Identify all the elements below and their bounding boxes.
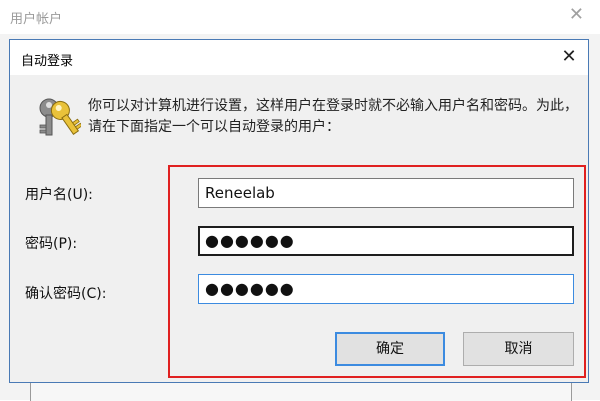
background-titlebar: 用户帐户 ✕ xyxy=(0,0,600,34)
confirm-password-value: ●●●●●● xyxy=(205,279,295,298)
ok-button[interactable]: 确定 xyxy=(335,332,445,366)
username-field[interactable]: Reneelab xyxy=(198,178,574,208)
password-value: ●●●●●● xyxy=(205,231,295,250)
dialog-titlebar: 自动登录 ✕ xyxy=(10,40,588,75)
dialog-description: 你可以对计算机进行设置，这样用户在登录时就不必输入用户名和密码。为此，请在下面指… xyxy=(88,98,578,135)
background-window-title: 用户帐户 xyxy=(10,12,63,27)
password-field[interactable]: ●●●●●● xyxy=(198,226,574,256)
username-label: 用户名(U): xyxy=(25,187,93,203)
dialog-title: 自动登录 xyxy=(21,54,74,69)
cancel-button[interactable]: 取消 xyxy=(463,332,574,366)
password-label: 密码(P): xyxy=(25,236,78,252)
background-close-icon[interactable]: ✕ xyxy=(569,5,584,25)
confirm-password-field[interactable]: ●●●●●● xyxy=(198,274,574,304)
background-panel xyxy=(30,382,572,401)
confirm-password-label: 确认密码(C): xyxy=(25,286,107,302)
keys-icon xyxy=(35,95,83,141)
auto-login-dialog: 自动登录 ✕ 你可以对计算机进行设置，这样用户在登录时就不必输入用户名和密码。为… xyxy=(9,39,589,383)
close-icon[interactable]: ✕ xyxy=(558,46,580,68)
